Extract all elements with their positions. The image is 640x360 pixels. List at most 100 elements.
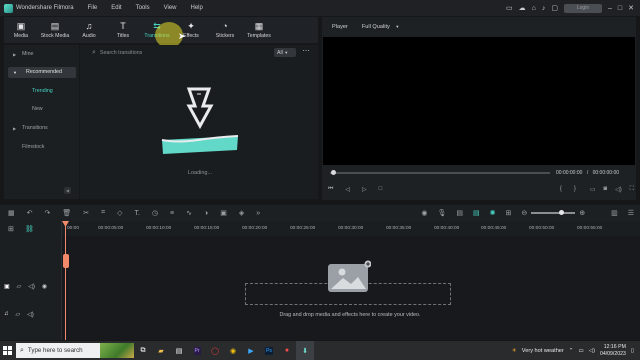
mark-out-icon[interactable]: } [574, 186, 576, 192]
render-icon[interactable]: ◉ [421, 209, 427, 217]
nav-filmstock[interactable]: Filmstock [8, 142, 76, 153]
delete-icon[interactable]: 🗑 [62, 209, 71, 217]
collapse-sidebar-button[interactable]: ◀ [64, 187, 71, 194]
search-input[interactable]: Search transitions [100, 50, 142, 56]
filmora-taskbar-icon[interactable]: ⬇ [296, 341, 314, 360]
nav-mine[interactable]: ▶ Mine [8, 49, 76, 60]
cut-icon[interactable]: ✂ [83, 209, 89, 217]
zoom-out-icon[interactable]: ⊖ [521, 209, 527, 217]
adjust-icon[interactable]: ≡ [170, 210, 174, 217]
clock[interactable]: 12:16 PM 04/09/2023 [600, 344, 626, 358]
quality-dropdown[interactable]: Full Quality ▼ [362, 24, 400, 30]
menu-view[interactable]: View [164, 5, 177, 11]
undo-icon[interactable]: ↶ [27, 209, 33, 217]
mic-icon[interactable]: 🎙 [437, 209, 446, 217]
scrub-handle[interactable] [331, 170, 336, 175]
menu-help[interactable]: Help [191, 5, 203, 11]
menu-tools[interactable]: Tools [136, 5, 150, 11]
marker-icon[interactable]: ▤ [456, 209, 463, 217]
scrub-bar[interactable] [330, 172, 550, 174]
redo-icon[interactable]: ↷ [45, 209, 51, 217]
color-icon[interactable]: ◑ [204, 210, 208, 217]
zoom-in-icon[interactable]: ⊕ [579, 209, 585, 217]
ai-icon[interactable]: ✺ [490, 209, 496, 217]
home-icon[interactable]: ⌂ [532, 5, 536, 12]
nav-new[interactable]: New [8, 104, 76, 115]
premiere-icon[interactable]: Pr [188, 341, 206, 360]
more-options-icon[interactable]: ⋯ [300, 47, 312, 58]
speaker-icon[interactable]: ◁) [589, 348, 595, 354]
tab-audio[interactable]: ♫ Audio [72, 17, 106, 43]
folder-icon[interactable]: ▱ [16, 311, 21, 318]
prev-frame-icon[interactable]: ⏮ [328, 186, 333, 193]
network-icon[interactable]: ▭ [578, 348, 583, 354]
grid-view-icon[interactable]: ▥ [611, 209, 618, 217]
photoshop-icon[interactable]: Ps [260, 341, 278, 360]
crop-icon[interactable]: ⌗ [101, 209, 105, 217]
taskbar-search[interactable]: ⌕ Type here to search [16, 343, 134, 358]
opera-icon[interactable]: ◯ [206, 341, 224, 360]
minimize-icon[interactable]: – [608, 5, 612, 12]
play-icon[interactable]: ▷ [362, 186, 367, 193]
tray-chevron-icon[interactable]: ⌃ [569, 348, 574, 354]
nav-trending[interactable]: Trending [8, 86, 76, 97]
tab-media[interactable]: ▣ Media [4, 17, 38, 43]
notification-icon[interactable]: ♪ [542, 5, 546, 12]
eye-icon[interactable]: ◉ [42, 283, 47, 290]
add-track-icon[interactable]: ⊞ [8, 225, 14, 233]
keyframe-icon[interactable]: ◈ [239, 209, 244, 217]
menu-file[interactable]: File [88, 5, 98, 11]
login-button[interactable]: Login [563, 3, 602, 13]
cloud-icon[interactable]: ☁ [519, 4, 526, 12]
folder-icon[interactable]: ▱ [17, 283, 22, 290]
chrome-icon[interactable]: ◉ [224, 341, 242, 360]
tag-icon[interactable]: ◇ [117, 209, 122, 217]
snapshot-icon[interactable]: ◙ [604, 186, 608, 192]
feedback-icon[interactable]: ▭ [506, 4, 513, 12]
text-icon[interactable]: T. [134, 210, 139, 217]
playhead[interactable] [65, 221, 66, 340]
nav-transitions[interactable]: ▶ Transitions [8, 123, 76, 134]
search-bar[interactable]: ⌕ Search transitions [88, 47, 268, 59]
track-volume-icon[interactable]: ◁) [28, 283, 35, 290]
dropbox-icon[interactable]: ▢ [551, 4, 558, 12]
auto-highlight-icon[interactable]: ▤ [473, 209, 480, 217]
menu-edit[interactable]: Edit [111, 5, 121, 11]
maximize-icon[interactable]: □ [618, 5, 622, 12]
file-explorer-icon[interactable]: ▰ [152, 341, 170, 360]
stop-icon[interactable]: □ [379, 186, 383, 192]
record-app-icon[interactable]: ● [278, 341, 296, 360]
snap-icon[interactable]: ⊞ [505, 209, 511, 217]
track-volume-icon[interactable]: ◁) [27, 311, 34, 318]
tab-stickers[interactable]: ◔ Stickers [208, 17, 242, 43]
tab-templates[interactable]: ▦ Templates [242, 17, 276, 43]
start-button[interactable] [0, 341, 14, 360]
green-screen-icon[interactable]: ▣ [220, 209, 227, 217]
fullscreen-icon[interactable]: ⛶ [630, 186, 634, 193]
step-back-icon[interactable]: ◁ [345, 186, 350, 193]
close-icon[interactable]: ✕ [628, 4, 634, 12]
filter-dropdown[interactable]: All ▼ [274, 48, 296, 57]
mark-in-icon[interactable]: { [560, 186, 562, 192]
more-tools-icon[interactable]: » [256, 210, 260, 217]
nav-recommended[interactable]: ▼ Recommended [8, 67, 76, 78]
search-input[interactable]: Type here to search [28, 347, 83, 354]
audio-edit-icon[interactable]: ∿ [186, 209, 192, 217]
weather-text[interactable]: Very hot weather [522, 348, 564, 354]
preview-screen[interactable] [323, 37, 635, 165]
task-view-icon[interactable]: ⧉ [134, 341, 152, 360]
notifications-icon[interactable]: ▯ [631, 348, 634, 354]
weather-icon[interactable]: ☀ [512, 348, 517, 354]
playhead-marker[interactable] [63, 254, 69, 268]
volume-icon[interactable]: ◁) [615, 186, 622, 193]
tab-titles[interactable]: T Titles [106, 17, 140, 43]
tab-stock-media[interactable]: ▤ Stock Media [38, 17, 72, 43]
store-icon[interactable]: ▤ [170, 341, 188, 360]
zoom-slider[interactable] [531, 210, 576, 215]
speed-icon[interactable]: ◷ [152, 209, 158, 217]
link-icon[interactable]: ⛓ [25, 225, 34, 233]
display-icon[interactable]: ▭ [590, 186, 596, 193]
menu-icon[interactable]: ☰ [628, 209, 634, 217]
layout-icon[interactable]: ▦ [8, 209, 15, 217]
media-player-icon[interactable]: ▶ [242, 341, 260, 360]
